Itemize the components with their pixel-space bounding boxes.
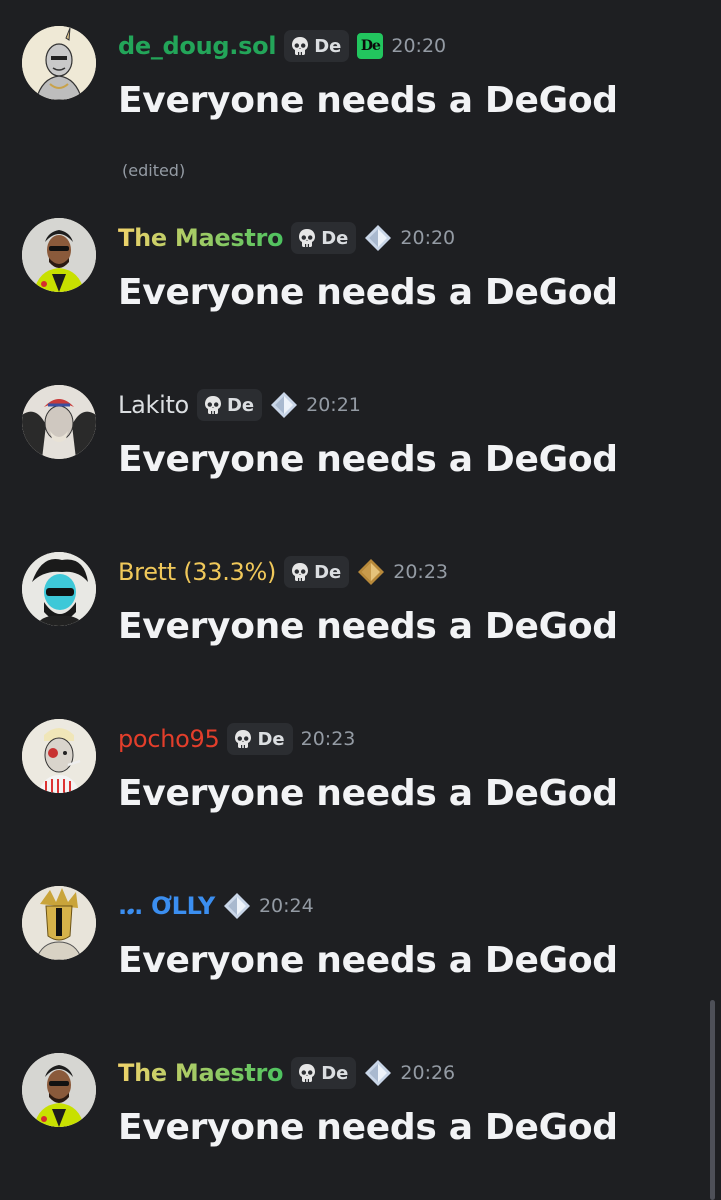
avatar-image [22, 1053, 96, 1127]
message-header: The Maestro De 20:26 [118, 1055, 455, 1091]
timestamp[interactable]: 20:24 [259, 895, 314, 917]
timestamp[interactable]: 20:20 [400, 227, 455, 249]
avatar-image [22, 552, 96, 626]
role-tag-label: De [314, 561, 342, 583]
role-tag[interactable]: De [291, 222, 357, 254]
message-header: The Maestro De 20:20 [118, 220, 455, 256]
message-header: Brett (33.3%) De 20:23 [118, 554, 448, 590]
skull-icon [299, 229, 316, 247]
timestamp[interactable]: 20:23 [393, 561, 448, 583]
timestamp[interactable]: 20:20 [391, 35, 446, 57]
avatar[interactable] [22, 218, 96, 292]
message-header: de_doug.sol De De 20:20 [118, 28, 446, 64]
diamond-badge-icon[interactable] [364, 1059, 392, 1087]
avatar-image [22, 26, 96, 100]
skull-icon [292, 37, 309, 55]
avatar-image [22, 719, 96, 793]
diamond-badge-icon[interactable] [223, 892, 251, 920]
avatar-image [22, 218, 96, 292]
message-content: Everyone needs a DeGod [118, 80, 618, 121]
avatar[interactable] [22, 719, 96, 793]
avatar-image [22, 886, 96, 960]
diamond-badge-icon[interactable] [270, 391, 298, 419]
message-content: Everyone needs a DeGod [118, 773, 618, 814]
avatar[interactable] [22, 552, 96, 626]
skull-icon [299, 1064, 316, 1082]
username[interactable]: de_doug.sol [118, 32, 277, 60]
role-tag-label: De [314, 35, 342, 57]
message-header: pocho95 De 20:23 [118, 721, 355, 757]
message-content: Everyone needs a DeGod [118, 1107, 618, 1148]
role-tag[interactable]: De [227, 723, 293, 755]
edited-indicator: (edited) [122, 161, 186, 180]
diamond-badge-icon[interactable] [364, 224, 392, 252]
username[interactable]: The Maestro [118, 1059, 284, 1087]
timestamp[interactable]: 20:21 [306, 394, 361, 416]
role-tag-label: De [257, 728, 285, 750]
role-tag-label: De [321, 1062, 349, 1084]
gold-diamond-badge-icon[interactable] [357, 558, 385, 586]
skull-icon [204, 396, 221, 414]
username[interactable]: pocho95 [118, 725, 220, 753]
role-tag[interactable]: De [284, 30, 350, 62]
avatar[interactable] [22, 385, 96, 459]
role-tag-label: De [321, 227, 349, 249]
message-header: .𝅘. ƠLLY 20:24 [118, 888, 314, 924]
message-content: Everyone needs a DeGod [118, 272, 618, 313]
role-tag[interactable]: De [196, 389, 263, 421]
scrollbar-thumb[interactable] [710, 1000, 715, 1200]
skull-icon [235, 730, 252, 748]
timestamp[interactable]: 20:23 [301, 728, 356, 750]
username[interactable]: .𝅘. ƠLLY [118, 892, 215, 920]
de-logo-badge-icon[interactable]: De [357, 33, 384, 59]
timestamp[interactable]: 20:26 [400, 1062, 455, 1084]
username[interactable]: Lakito [118, 391, 189, 419]
avatar[interactable] [22, 1053, 96, 1127]
message-content: Everyone needs a DeGod [118, 940, 618, 981]
chat-message-list[interactable]: de_doug.sol De De 20:20 Everyone needs a… [0, 0, 721, 1200]
avatar[interactable] [22, 886, 96, 960]
role-tag[interactable]: De [284, 556, 350, 588]
username[interactable]: The Maestro [118, 224, 284, 252]
role-tag-label: De [226, 394, 255, 416]
username[interactable]: Brett (33.3%) [118, 558, 276, 586]
message-content: Everyone needs a DeGod [118, 606, 618, 647]
avatar-image [22, 385, 96, 459]
skull-icon [292, 563, 309, 581]
role-tag[interactable]: De [291, 1057, 357, 1089]
message-header: Lakito De 20:21 [118, 387, 361, 423]
message-content: Everyone needs a DeGod [118, 439, 618, 480]
avatar[interactable] [22, 26, 96, 100]
